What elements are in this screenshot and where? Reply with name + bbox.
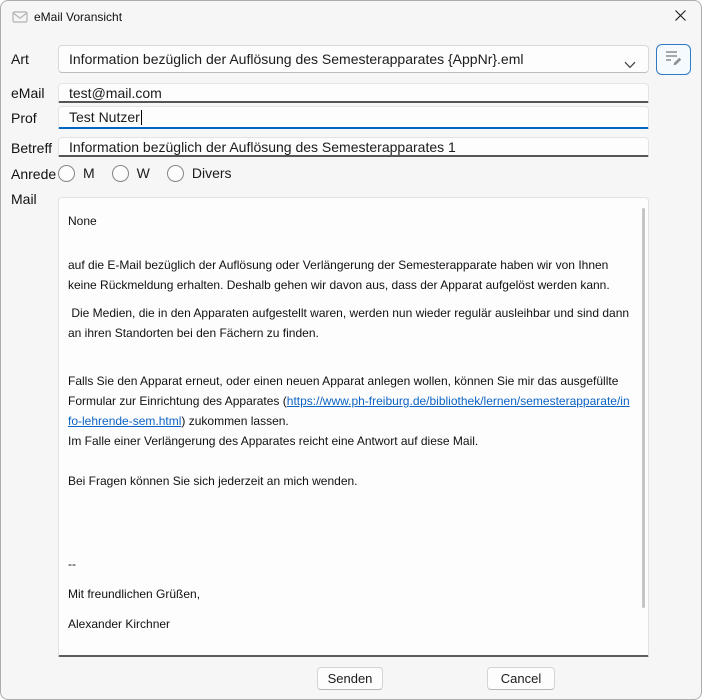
art-selected-value: Information bezüglich der Auflösung des … xyxy=(69,51,524,67)
close-icon xyxy=(674,9,687,27)
radio-icon xyxy=(112,165,129,182)
window-title: eMail Voransicht xyxy=(34,1,122,33)
email-label: eMail xyxy=(11,85,44,101)
anrede-radio-row: M W Divers xyxy=(58,162,232,184)
anrede-label: Anrede xyxy=(11,166,56,182)
mail-body-editor[interactable]: None auf die E-Mail bezüglich der Auflösu… xyxy=(58,197,649,657)
art-template-select[interactable]: Information bezüglich der Auflösung des … xyxy=(58,45,649,73)
vertical-scrollbar[interactable] xyxy=(642,208,645,608)
chevron-down-icon xyxy=(624,56,636,72)
art-label: Art xyxy=(11,51,29,67)
email-value: test@mail.com xyxy=(69,85,162,101)
mail-paragraph: -- xyxy=(68,554,630,574)
betreff-value: Information bezüglich der Auflösung des … xyxy=(69,139,456,155)
mail-paragraph: Im Falle einer Verlängerung des Apparate… xyxy=(68,431,630,451)
send-button[interactable]: Senden xyxy=(317,667,383,690)
radio-icon xyxy=(58,165,75,182)
mail-label: Mail xyxy=(11,191,37,207)
email-preview-dialog: eMail Voransicht Art Information bezügli… xyxy=(0,0,702,700)
betreff-input[interactable]: Information bezüglich der Auflösung des … xyxy=(58,137,649,157)
cancel-button[interactable]: Cancel xyxy=(487,667,555,690)
mail-paragraph: None xyxy=(68,211,630,231)
betreff-label: Betreff xyxy=(11,140,52,156)
mail-paragraph: Bei Fragen können Sie sich jederzeit an … xyxy=(68,471,630,491)
edit-template-button[interactable] xyxy=(656,44,691,75)
mail-paragraph: Alexander Kirchner xyxy=(68,614,630,634)
radio-anrede-divers[interactable]: Divers xyxy=(167,165,232,182)
mail-body-text: None auf die E-Mail bezüglich der Auflösu… xyxy=(59,198,648,655)
mail-paragraph: Mit freundlichen Grüßen, xyxy=(68,584,630,604)
radio-anrede-m[interactable]: M xyxy=(58,165,95,182)
radio-icon xyxy=(167,165,184,182)
email-input[interactable]: test@mail.com xyxy=(58,83,649,103)
mail-paragraph: auf die E-Mail bezüglich der Auflösung o… xyxy=(68,255,630,295)
text-caret xyxy=(141,110,142,125)
radio-anrede-w[interactable]: W xyxy=(112,165,150,182)
mail-paragraph: Die Medien, die in den Apparaten aufgest… xyxy=(68,303,630,343)
prof-value: Test Nutzer xyxy=(69,109,140,125)
edit-list-icon xyxy=(664,48,683,71)
titlebar: eMail Voransicht xyxy=(1,1,701,33)
mail-paragraph: Falls Sie den Apparat erneut, oder einen… xyxy=(68,371,630,431)
mail-icon xyxy=(12,10,28,29)
prof-input[interactable]: Test Nutzer xyxy=(58,106,649,129)
close-button[interactable] xyxy=(668,6,692,30)
prof-label: Prof xyxy=(11,110,37,126)
